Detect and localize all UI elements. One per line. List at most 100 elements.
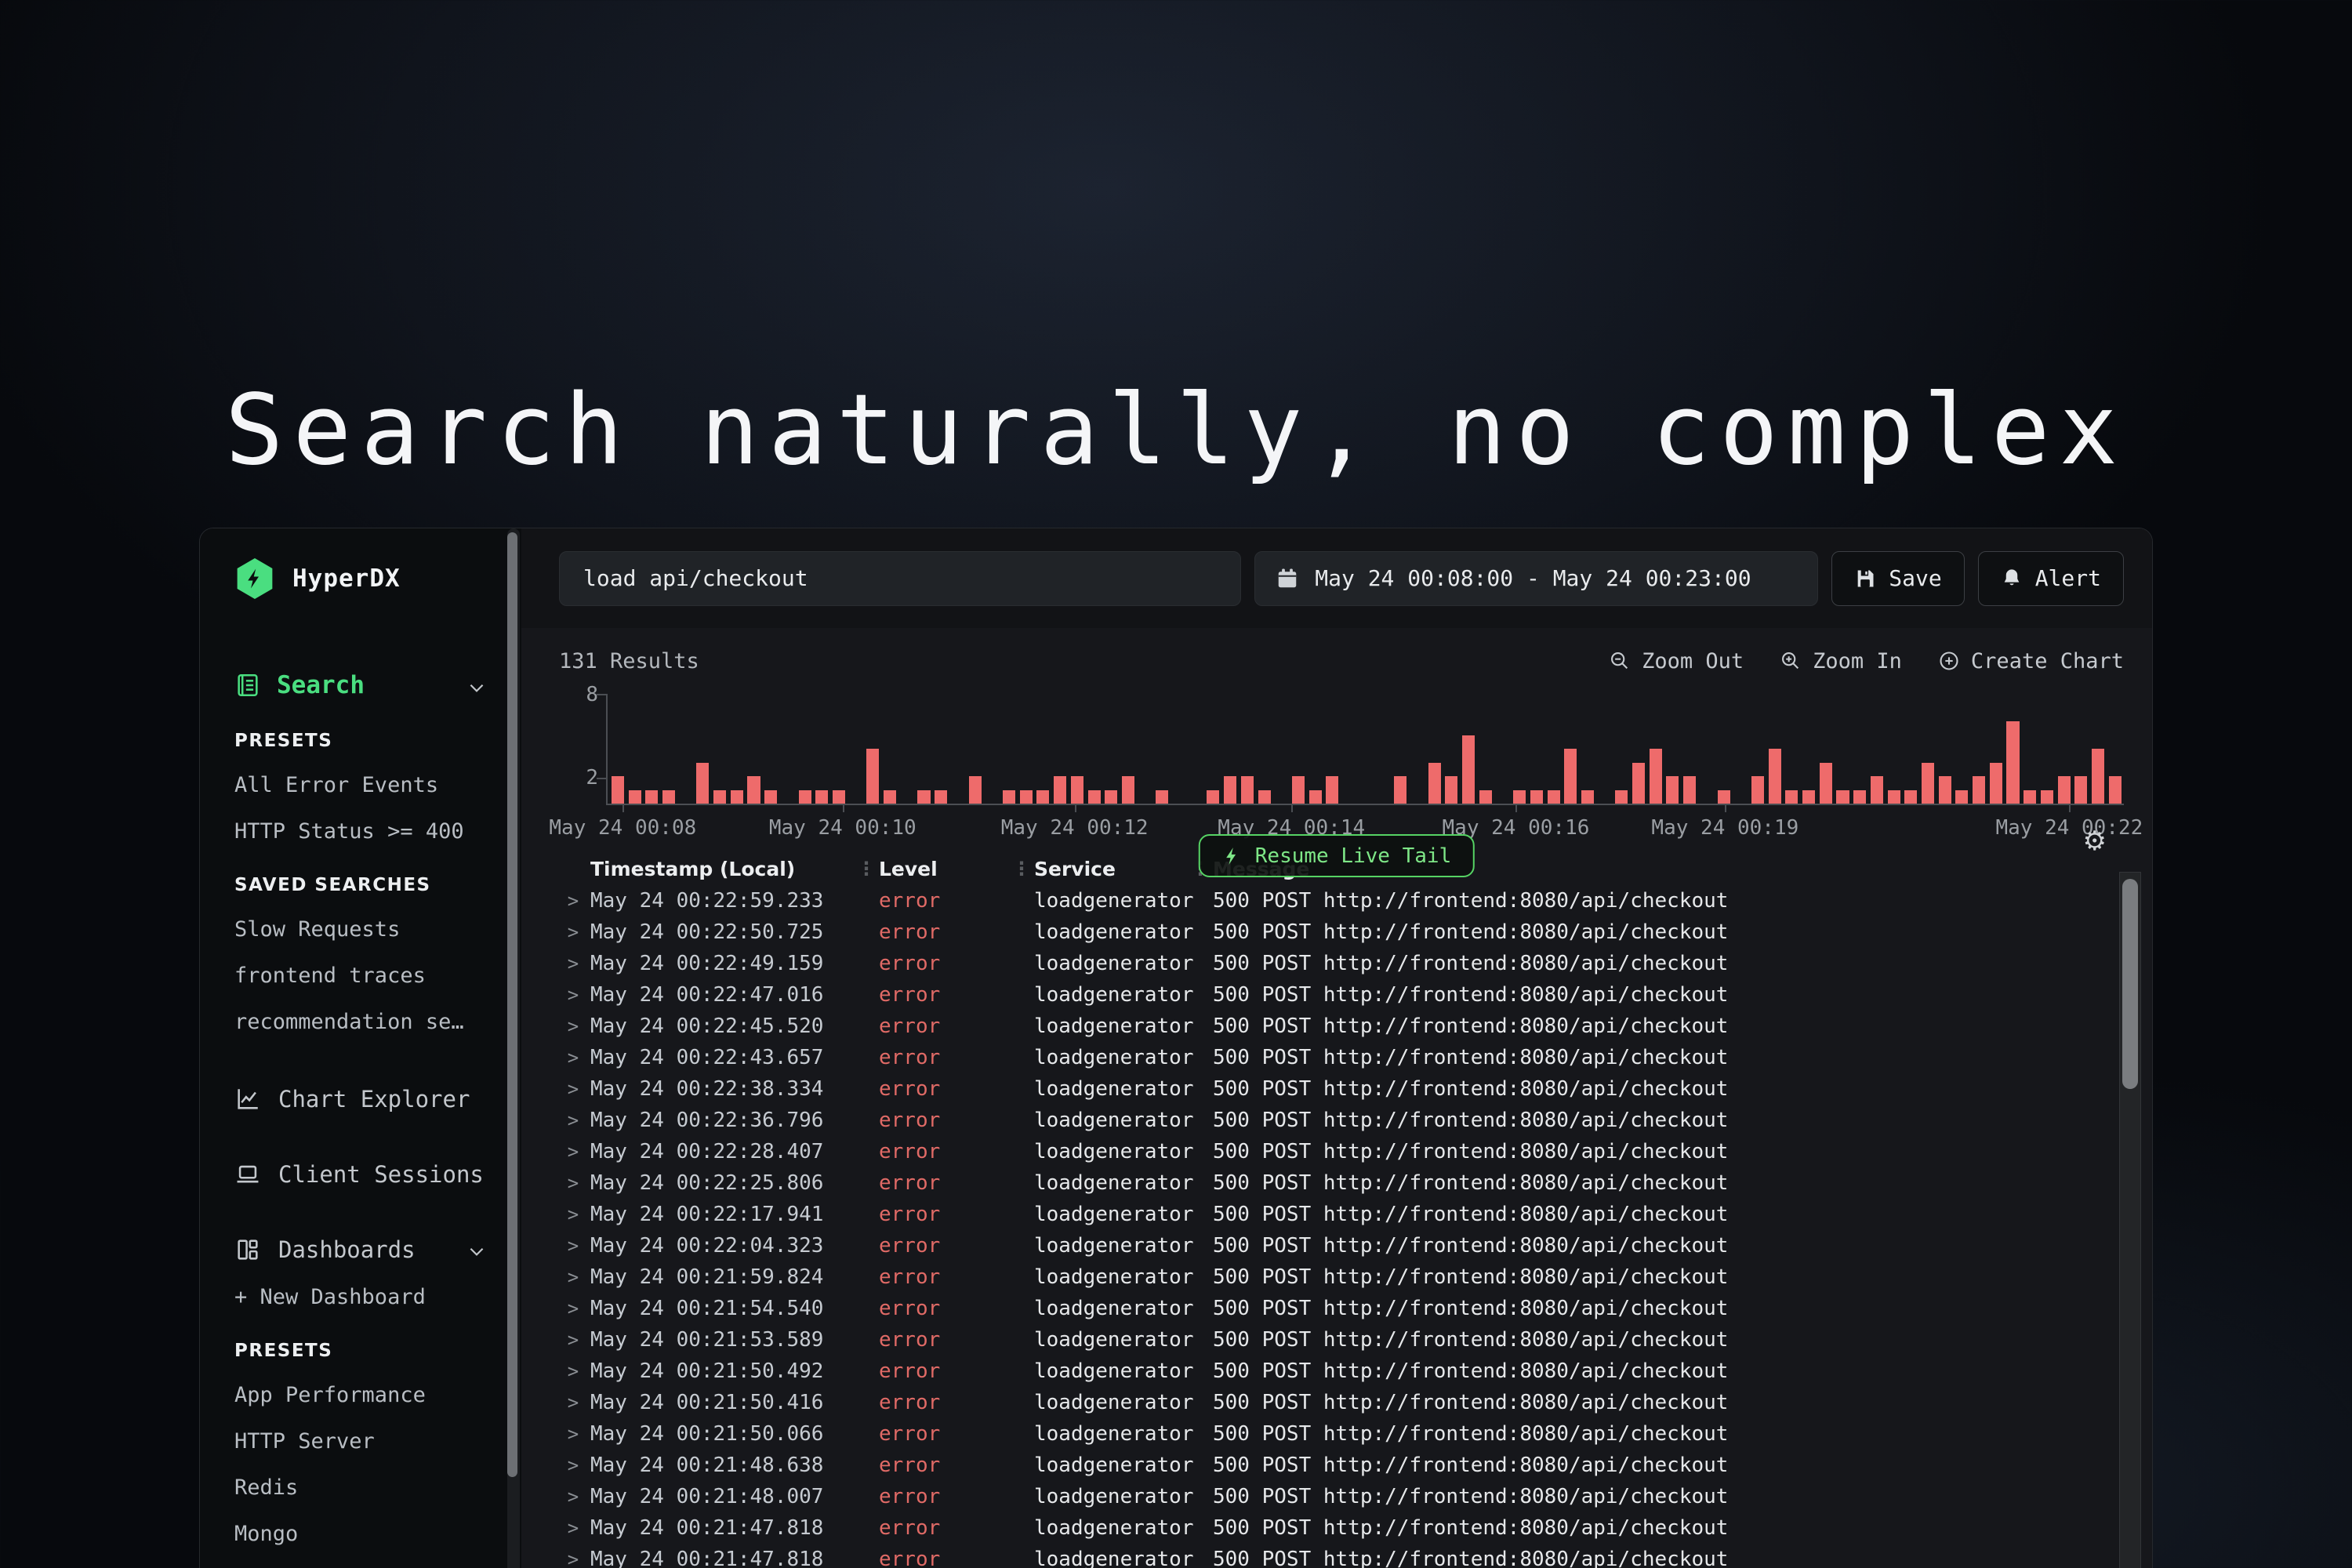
histogram-bar[interactable] [1785, 790, 1798, 804]
histogram-bar[interactable] [1990, 763, 2002, 804]
new-dashboard-button[interactable]: + New Dashboard [234, 1285, 521, 1309]
histogram-bar[interactable] [1871, 776, 1883, 804]
brand[interactable]: HyperDX [234, 558, 521, 599]
alert-button[interactable]: Alert [1978, 551, 2124, 606]
histogram-bar[interactable] [1292, 776, 1305, 804]
histogram-bar[interactable] [1769, 749, 1781, 804]
table-row[interactable]: >May 24 00:22:50.725errorloadgenerator50… [521, 916, 2152, 948]
table-row[interactable]: >May 24 00:22:47.016errorloadgenerator50… [521, 979, 2152, 1011]
histogram-bar[interactable] [747, 776, 760, 804]
sidebar-item-client-sessions[interactable]: Client Sessions [234, 1161, 521, 1188]
table-row[interactable]: >May 24 00:21:47.818errorloadgenerator50… [521, 1512, 2152, 1544]
histogram-bar[interactable] [1564, 749, 1577, 804]
sidebar-item-chart-explorer[interactable]: Chart Explorer [234, 1086, 521, 1112]
table-row[interactable]: >May 24 00:21:53.589errorloadgenerator50… [521, 1324, 2152, 1356]
table-row[interactable]: >May 24 00:22:17.941errorloadgenerator50… [521, 1199, 2152, 1230]
histogram-bar[interactable] [2006, 721, 2019, 804]
table-row[interactable]: >May 24 00:22:49.159errorloadgenerator50… [521, 948, 2152, 979]
histogram-bar[interactable] [935, 790, 947, 804]
table-row[interactable]: >May 24 00:22:59.233errorloadgenerator50… [521, 885, 2152, 916]
histogram-bar[interactable] [2041, 790, 2053, 804]
sidebar-saved-search-item[interactable]: recommendation se… [234, 1010, 493, 1034]
histogram-bar[interactable] [1036, 790, 1049, 804]
create-chart-button[interactable]: Create Chart [1938, 649, 2124, 673]
histogram-bar[interactable] [815, 790, 828, 804]
histogram-bar[interactable] [1258, 790, 1271, 804]
histogram-bar[interactable] [1632, 763, 1645, 804]
histogram-bar[interactable] [1683, 776, 1696, 804]
table-row[interactable]: >May 24 00:22:45.520errorloadgenerator50… [521, 1011, 2152, 1042]
histogram-bar[interactable] [645, 790, 658, 804]
sidebar-preset-item[interactable]: HTTP Status >= 400 [234, 819, 493, 844]
histogram-bar[interactable] [2092, 749, 2104, 804]
histogram-bar[interactable] [1718, 790, 1730, 804]
table-scrollbar-thumb[interactable] [2122, 879, 2138, 1089]
histogram-bar[interactable] [833, 790, 845, 804]
histogram-bar[interactable] [1820, 763, 1832, 804]
search-input[interactable]: load api/checkout [559, 551, 1241, 606]
table-row[interactable]: >May 24 00:22:25.806errorloadgenerator50… [521, 1167, 2152, 1199]
histogram-bar[interactable] [1853, 790, 1866, 804]
histogram-bar[interactable] [1003, 790, 1015, 804]
histogram-bar[interactable] [1462, 735, 1475, 804]
histogram-bar[interactable] [1445, 776, 1457, 804]
histogram-bar[interactable] [1973, 776, 1985, 804]
histogram-bar[interactable] [1548, 790, 1560, 804]
histogram-bar[interactable] [696, 763, 709, 804]
histogram-bar[interactable] [1156, 790, 1168, 804]
histogram-bar[interactable] [1581, 790, 1594, 804]
histogram-bar[interactable] [1666, 776, 1679, 804]
table-row[interactable]: >May 24 00:21:59.824errorloadgenerator50… [521, 1261, 2152, 1293]
sidebar-item-dashboards[interactable]: Dashboards [234, 1236, 521, 1263]
column-header-timestamp[interactable]: Timestamp (Local) [590, 858, 857, 880]
histogram-bar[interactable] [629, 790, 641, 804]
date-range-picker[interactable]: May 24 00:08:00 - May 24 00:23:00 [1254, 551, 1818, 606]
histogram-bar[interactable] [1326, 776, 1338, 804]
table-row[interactable]: >May 24 00:21:50.416errorloadgenerator50… [521, 1387, 2152, 1418]
histogram-bar[interactable] [764, 790, 777, 804]
histogram-bar[interactable] [2024, 790, 2036, 804]
histogram-bar[interactable] [1615, 790, 1628, 804]
histogram-bar[interactable] [2109, 776, 2122, 804]
histogram-bar[interactable] [1241, 776, 1254, 804]
histogram-bar[interactable] [799, 790, 811, 804]
resume-live-tail-button[interactable]: Resume Live Tail [1199, 834, 1475, 877]
histogram-bar[interactable] [1122, 776, 1134, 804]
zoom-out-button[interactable]: Zoom Out [1609, 649, 1744, 673]
table-row[interactable]: >May 24 00:21:48.007errorloadgenerator50… [521, 1481, 2152, 1512]
sidebar-item-search[interactable]: Search [234, 671, 521, 699]
histogram-bar[interactable] [1394, 776, 1406, 804]
histogram-bar[interactable] [1836, 790, 1849, 804]
histogram-bar[interactable] [1020, 790, 1033, 804]
column-resize-handle-icon[interactable]: ⋮ [857, 858, 879, 880]
sidebar-saved-search-item[interactable]: frontend traces [234, 964, 493, 988]
sidebar-preset-item[interactable]: All Error Events [234, 773, 493, 797]
column-header-level[interactable]: Level [879, 858, 1012, 880]
histogram-bar[interactable] [1751, 776, 1764, 804]
table-row[interactable]: >May 24 00:22:28.407errorloadgenerator50… [521, 1136, 2152, 1167]
histogram-bar[interactable] [917, 790, 930, 804]
histogram-bar[interactable] [2074, 776, 2087, 804]
histogram-bar[interactable] [731, 790, 743, 804]
histogram-bar[interactable] [1513, 790, 1526, 804]
histogram-bar[interactable] [1428, 763, 1441, 804]
table-scrollbar[interactable] [2119, 872, 2141, 1568]
zoom-in-button[interactable]: Zoom In [1780, 649, 1902, 673]
histogram-bar[interactable] [1088, 790, 1101, 804]
histogram-bar[interactable] [1479, 790, 1492, 804]
histogram-bar[interactable] [1105, 790, 1117, 804]
column-resize-handle-icon[interactable]: ⋮ [1012, 858, 1034, 880]
table-row[interactable]: >May 24 00:21:47.818errorloadgenerator50… [521, 1544, 2152, 1568]
sidebar-dashboard-preset-item[interactable]: Redis [234, 1475, 493, 1500]
histogram-bar[interactable] [662, 790, 675, 804]
histogram-bar[interactable] [2058, 776, 2071, 804]
histogram-bar[interactable] [1904, 790, 1917, 804]
histogram-bar[interactable] [713, 790, 726, 804]
column-header-service[interactable]: Service [1034, 858, 1191, 880]
sidebar-saved-search-item[interactable]: Slow Requests [234, 917, 493, 942]
histogram-bar[interactable] [1939, 776, 1951, 804]
table-settings-gear-icon[interactable]: ⚙ [2083, 826, 2107, 857]
histogram-bar[interactable] [969, 776, 982, 804]
histogram-bar[interactable] [1207, 790, 1219, 804]
histogram-bar[interactable] [1922, 763, 1934, 804]
